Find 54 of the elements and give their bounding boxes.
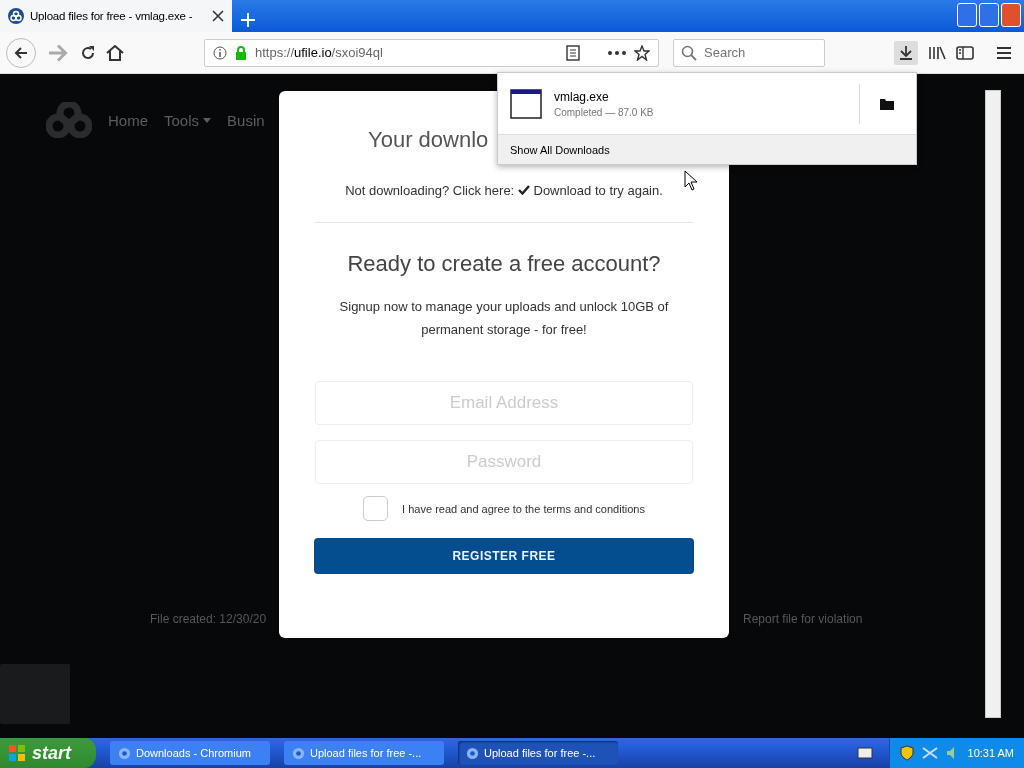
more-icon[interactable]	[608, 50, 626, 55]
sidebar-icon[interactable]	[956, 44, 974, 61]
star-icon[interactable]	[634, 44, 650, 61]
chromium-icon	[292, 746, 305, 760]
cloud-logo-icon	[8, 8, 24, 24]
caret-down-icon	[203, 117, 212, 123]
mouse-cursor-icon	[684, 170, 698, 192]
terms-checkbox[interactable]	[363, 496, 389, 521]
windows-logo-icon	[8, 744, 26, 762]
window-file-icon	[510, 88, 542, 119]
close-icon[interactable]	[212, 10, 224, 22]
browser-tab[interactable]: Upload files for free - vmlag.exe -	[0, 0, 232, 32]
taskbar-button[interactable]: Upload files for free -...	[458, 741, 618, 765]
taskbar-button[interactable]: Downloads - Chromium	[110, 741, 270, 765]
download-item[interactable]: vmlag.exe Completed — 87.0 KB	[498, 73, 916, 134]
signup-heading: Ready to create a free account?	[347, 251, 661, 277]
chromium-icon	[118, 746, 131, 760]
folder-icon[interactable]	[880, 97, 894, 110]
scrollbar[interactable]	[985, 90, 1001, 718]
arrow-left-icon	[13, 44, 29, 61]
checkmark-icon	[517, 185, 530, 195]
restore-button[interactable]	[979, 3, 999, 27]
new-tab-icon[interactable]	[240, 12, 256, 28]
dialog-title: Your downlo	[367, 126, 489, 153]
clock-text: 10:31 AM	[967, 747, 1014, 759]
shield-icon[interactable]	[899, 745, 914, 761]
home-icon[interactable]	[106, 44, 124, 61]
lock-icon	[235, 45, 247, 60]
menu-icon[interactable]	[996, 45, 1012, 60]
download-button[interactable]	[894, 40, 918, 65]
download-icon	[898, 44, 914, 61]
signup-description: Signup now to manage your uploads and unlock 10GB of permanent storage - for free!	[338, 298, 670, 339]
register-button[interactable]: REGISTER FREE	[314, 538, 694, 574]
terms-label: I have read and agree to the terms and conditions	[402, 502, 645, 515]
minimize-button[interactable]	[957, 3, 977, 27]
network-icon[interactable]	[921, 746, 938, 760]
address-bar[interactable]: https://ufile.io/sxoi94ql	[204, 38, 659, 67]
retry-link[interactable]: Download to try again.	[517, 183, 663, 198]
close-button[interactable]	[1001, 3, 1021, 27]
retry-text: Not downloading? Click here: Download to try again.	[345, 183, 663, 198]
keyboard-icon[interactable]	[856, 747, 873, 759]
reload-icon[interactable]	[80, 44, 96, 61]
taskbar-button[interactable]: Upload files for free -...	[284, 741, 444, 765]
search-icon	[681, 44, 697, 61]
file-created-text: File created: 12/30/20	[150, 612, 267, 626]
show-all-downloads-button[interactable]: Show All Downloads	[498, 134, 916, 164]
chromium-icon	[466, 746, 479, 760]
search-field[interactable]: Search	[673, 38, 825, 67]
reader-view-icon[interactable]	[566, 44, 580, 61]
library-icon[interactable]	[928, 44, 946, 61]
info-icon[interactable]	[213, 45, 227, 60]
file-name: vmlag.exe	[554, 89, 610, 104]
start-button[interactable]: start	[0, 738, 96, 768]
download-status: Completed — 87.0 KB	[554, 106, 654, 118]
